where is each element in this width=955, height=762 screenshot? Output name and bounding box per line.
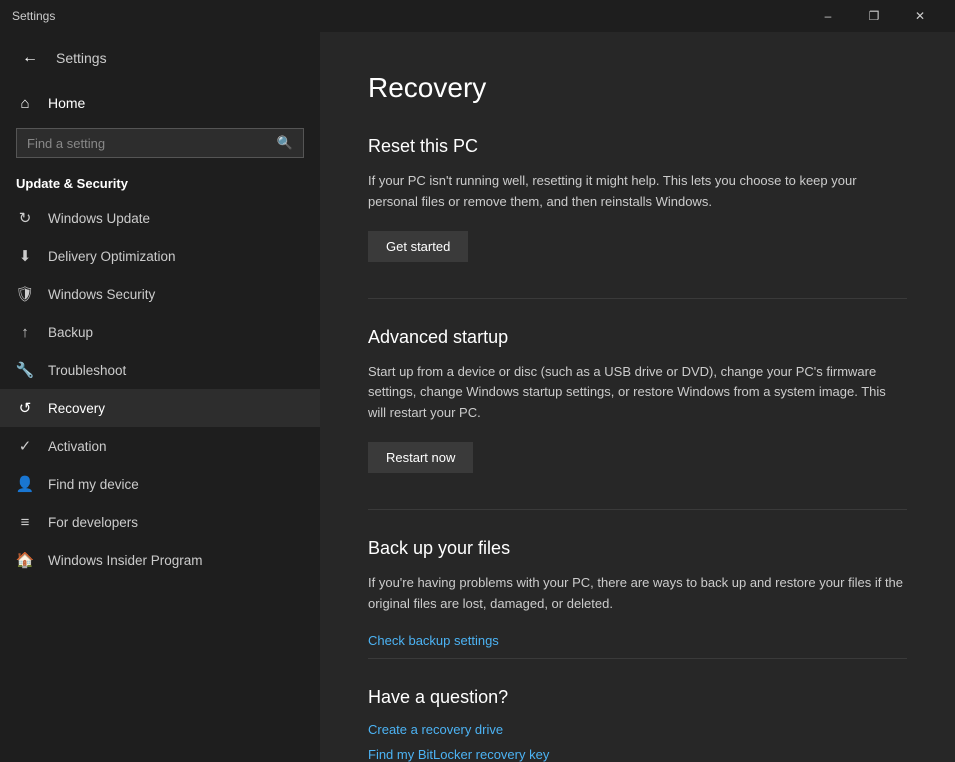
home-icon: ⌂	[16, 94, 34, 112]
backup-files-section: Back up your files If you're having prob…	[368, 538, 907, 648]
sidebar-item-windows-security[interactable]: 🛡 Windows Security	[0, 275, 320, 313]
sidebar: ← Settings ⌂ Home 🔍 Update & Security ↻ …	[0, 32, 320, 762]
backup-label: Backup	[48, 325, 93, 340]
reset-pc-title: Reset this PC	[368, 136, 907, 157]
title-bar: Settings – ❐ ✕	[0, 0, 955, 32]
windows-insider-icon: 🏠	[16, 551, 34, 569]
recovery-icon: ↺	[16, 399, 34, 417]
advanced-startup-description: Start up from a device or disc (such as …	[368, 362, 907, 424]
sidebar-item-activation[interactable]: ✓ Activation	[0, 427, 320, 465]
divider-1	[368, 298, 907, 299]
app-body: ← Settings ⌂ Home 🔍 Update & Security ↻ …	[0, 32, 955, 762]
close-button[interactable]: ✕	[897, 0, 943, 32]
sidebar-item-home[interactable]: ⌂ Home	[0, 84, 320, 122]
backup-files-title: Back up your files	[368, 538, 907, 559]
home-label: Home	[48, 95, 85, 111]
find-my-device-label: Find my device	[48, 477, 139, 492]
sidebar-section-label: Update & Security	[0, 170, 320, 199]
title-bar-controls: – ❐ ✕	[805, 0, 943, 32]
windows-security-icon: 🛡	[16, 285, 34, 303]
have-question-title: Have a question?	[368, 687, 907, 708]
troubleshoot-icon: 🔧	[16, 361, 34, 379]
backup-files-description: If you're having problems with your PC, …	[368, 573, 907, 615]
sidebar-item-find-my-device[interactable]: 👤 Find my device	[0, 465, 320, 503]
recovery-label: Recovery	[48, 401, 105, 416]
sidebar-header: ← Settings	[0, 32, 320, 84]
search-icon: 🔍	[277, 135, 293, 151]
advanced-startup-title: Advanced startup	[368, 327, 907, 348]
back-button[interactable]: ←	[16, 44, 44, 72]
sidebar-title: Settings	[56, 50, 107, 66]
windows-security-label: Windows Security	[48, 287, 155, 302]
for-developers-icon: ≡	[16, 513, 34, 531]
windows-insider-label: Windows Insider Program	[48, 553, 203, 568]
restart-now-button[interactable]: Restart now	[368, 442, 473, 473]
windows-update-icon: ↻	[16, 209, 34, 227]
sidebar-item-troubleshoot[interactable]: 🔧 Troubleshoot	[0, 351, 320, 389]
check-backup-settings-link[interactable]: Check backup settings	[368, 633, 907, 648]
search-box: 🔍	[16, 128, 304, 158]
for-developers-label: For developers	[48, 515, 138, 530]
have-question-section: Have a question? Create a recovery drive…	[368, 687, 907, 762]
activation-icon: ✓	[16, 437, 34, 455]
page-title: Recovery	[368, 72, 907, 104]
troubleshoot-label: Troubleshoot	[48, 363, 126, 378]
sidebar-item-backup[interactable]: ↑ Backup	[0, 313, 320, 351]
nav-items-list: ↻ Windows Update ⬇ Delivery Optimization…	[0, 199, 320, 579]
windows-update-label: Windows Update	[48, 211, 150, 226]
sidebar-item-delivery-optimization[interactable]: ⬇ Delivery Optimization	[0, 237, 320, 275]
sidebar-item-recovery[interactable]: ↺ Recovery	[0, 389, 320, 427]
activation-label: Activation	[48, 439, 107, 454]
advanced-startup-section: Advanced startup Start up from a device …	[368, 327, 907, 509]
delivery-optimization-label: Delivery Optimization	[48, 249, 176, 264]
maximize-button[interactable]: ❐	[851, 0, 897, 32]
sidebar-item-for-developers[interactable]: ≡ For developers	[0, 503, 320, 541]
search-input[interactable]	[27, 136, 269, 151]
reset-pc-description: If your PC isn't running well, resetting…	[368, 171, 907, 213]
content-area: Recovery Reset this PC If your PC isn't …	[320, 32, 955, 762]
reset-pc-section: Reset this PC If your PC isn't running w…	[368, 136, 907, 298]
title-bar-left: Settings	[12, 9, 805, 23]
get-started-button[interactable]: Get started	[368, 231, 468, 262]
settings-title: Settings	[12, 9, 55, 23]
sidebar-item-windows-insider[interactable]: 🏠 Windows Insider Program	[0, 541, 320, 579]
sidebar-item-windows-update[interactable]: ↻ Windows Update	[0, 199, 320, 237]
divider-2	[368, 509, 907, 510]
question-link-1[interactable]: Find my BitLocker recovery key	[368, 747, 907, 762]
delivery-optimization-icon: ⬇	[16, 247, 34, 265]
question-link-0[interactable]: Create a recovery drive	[368, 722, 907, 737]
minimize-button[interactable]: –	[805, 0, 851, 32]
find-my-device-icon: 👤	[16, 475, 34, 493]
divider-3	[368, 658, 907, 659]
question-links-list: Create a recovery drive Find my BitLocker…	[368, 722, 907, 762]
backup-icon: ↑	[16, 323, 34, 341]
